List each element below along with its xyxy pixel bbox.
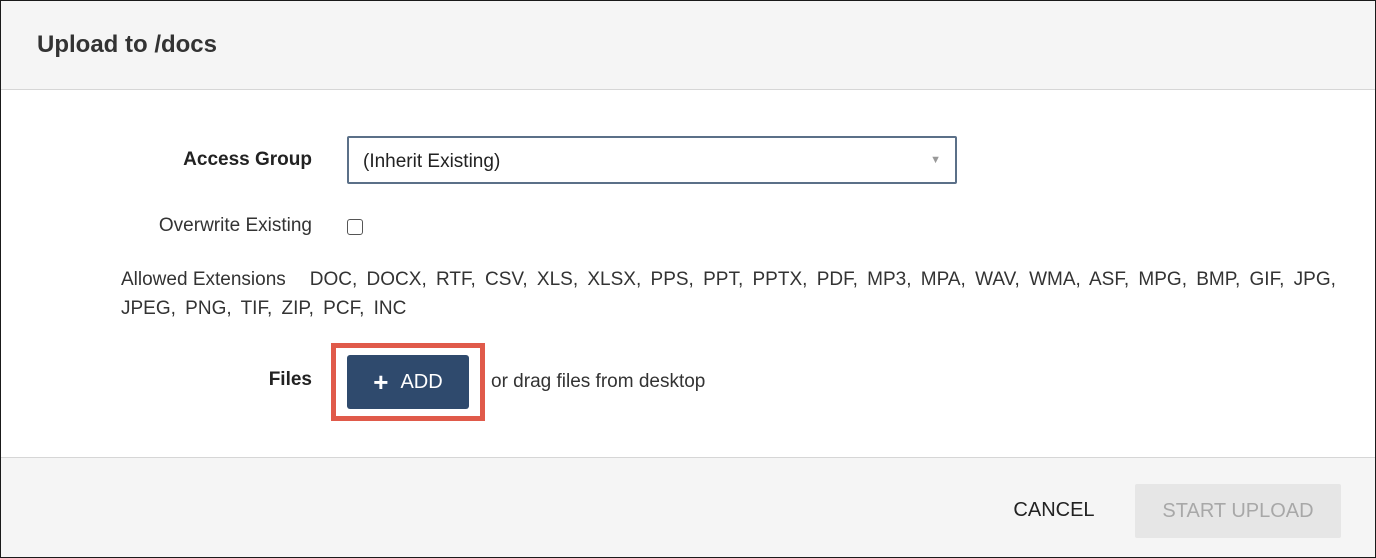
allowed-extensions-label: Allowed Extensions: [121, 269, 286, 290]
plus-icon: +: [373, 367, 389, 397]
dialog-footer: CANCEL START UPLOAD: [1, 457, 1375, 557]
allowed-extensions-row: Allowed Extensions DOC, DOCX, RTF, CSV, X…: [121, 265, 1351, 323]
access-group-select[interactable]: (Inherit Existing) ▼: [347, 136, 957, 184]
allowed-extensions-list: DOC, DOCX, RTF, CSV, XLS, XLSX, PPS, PPT…: [121, 269, 1336, 319]
add-files-label: ADD: [400, 370, 443, 393]
overwrite-existing-label: Overwrite Existing: [158, 215, 312, 236]
upload-dialog: Upload to /docs Access Group (Inherit Ex…: [0, 0, 1376, 558]
overwrite-existing-checkbox[interactable]: [347, 219, 363, 235]
dialog-title: Upload to /docs: [37, 31, 217, 58]
cancel-button[interactable]: CANCEL: [991, 486, 1117, 534]
access-group-label: Access Group: [183, 149, 312, 170]
start-upload-button[interactable]: START UPLOAD: [1135, 484, 1341, 538]
files-label: Files: [268, 369, 312, 390]
dialog-header: Upload to /docs: [1, 1, 1375, 90]
caret-down-icon: ▼: [930, 154, 941, 166]
add-files-button[interactable]: + ADD: [347, 355, 469, 409]
drag-files-hint: or drag files from desktop: [491, 371, 706, 392]
access-group-value: (Inherit Existing): [363, 151, 501, 172]
